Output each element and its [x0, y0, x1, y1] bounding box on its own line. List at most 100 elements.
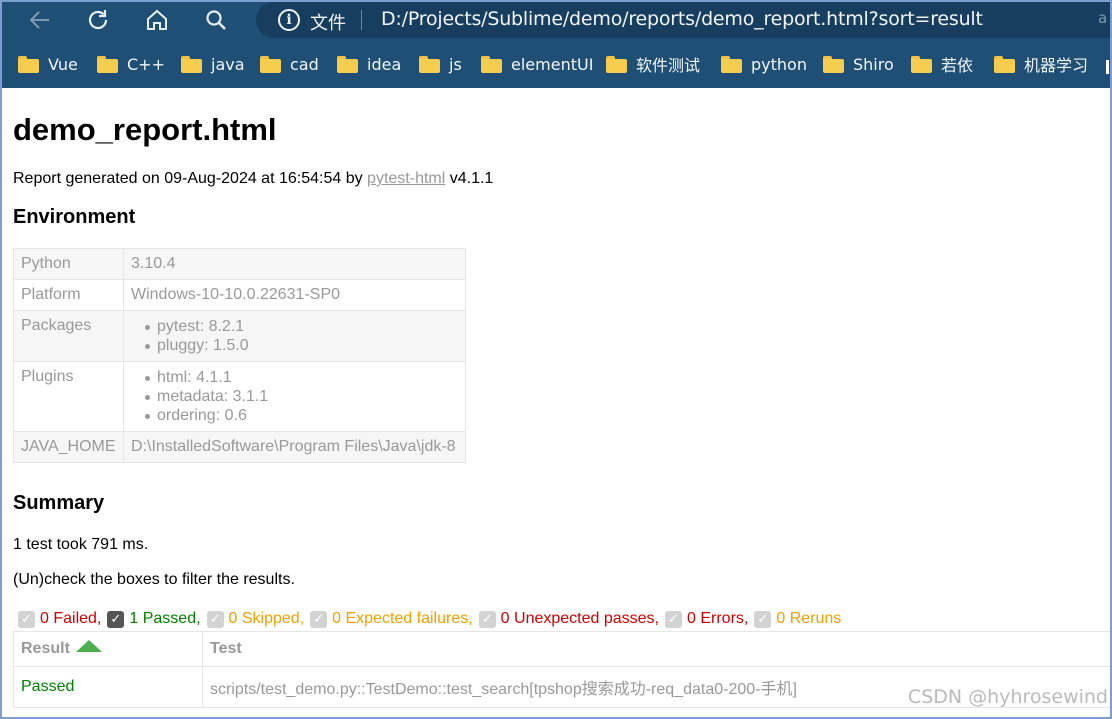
env-key: Platform	[13, 279, 124, 311]
bookmark-label: python	[751, 54, 807, 74]
filter-checkbox[interactable]: ✓	[18, 610, 35, 628]
bookmark-label: 若依	[941, 56, 974, 75]
address-bar-overflow-text: a	[1098, 9, 1108, 27]
bookmark-label: cad	[290, 54, 319, 74]
bookmark-label: js	[449, 54, 462, 74]
env-key: Python	[13, 248, 124, 280]
filter-checkbox[interactable]: ✓	[107, 610, 125, 628]
folder-icon	[18, 55, 39, 73]
info-icon[interactable]: i	[278, 9, 300, 31]
bookmark-item[interactable]: elementUI	[481, 52, 593, 76]
bookmarks-overflow-indicator[interactable]	[1106, 60, 1109, 74]
filter-item[interactable]: ✓ 0 Skipped,	[206, 610, 305, 628]
folder-icon	[994, 55, 1015, 73]
list-item: html: 4.1.1	[131, 368, 458, 387]
duration-text: 1 test took 791 ms.	[13, 536, 149, 553]
env-key: JAVA_HOME	[13, 431, 124, 463]
filter-checkbox[interactable]: ✓	[754, 610, 772, 628]
bookmark-label: 机器学习	[1024, 56, 1089, 75]
env-row: Python 3.10.4	[13, 248, 466, 280]
filter-label: 0 Unexpected passes,	[500, 610, 659, 627]
pytest-html-link[interactable]: pytest-html	[367, 170, 445, 187]
folder-icon	[911, 55, 932, 73]
filter-item[interactable]: ✓ 0 Failed,	[18, 610, 101, 628]
bookmark-label: 软件测试	[636, 56, 701, 75]
report-generated-line: Report generated on 09-Aug-2024 at 16:54…	[13, 170, 493, 188]
home-icon	[147, 9, 167, 30]
bookmark-label: idea	[367, 54, 402, 74]
address-divider	[361, 10, 362, 30]
filter-label: 0 Reruns	[776, 610, 842, 627]
bookmark-item[interactable]: js	[419, 52, 462, 76]
folder-icon	[823, 55, 844, 73]
bookmark-item[interactable]: 若依	[911, 52, 973, 76]
arrow-left-icon	[29, 11, 49, 29]
filter-checkbox[interactable]: ✓	[206, 610, 224, 628]
search-icon	[206, 10, 226, 30]
search-button[interactable]	[200, 4, 232, 36]
filter-checkbox[interactable]: ✓	[310, 610, 328, 628]
bookmark-item[interactable]: idea	[337, 52, 401, 76]
test-column-header[interactable]: Test	[202, 631, 1112, 667]
list-item: pytest: 8.2.1	[131, 317, 458, 336]
list-item: ordering: 0.6	[131, 406, 458, 425]
home-button[interactable]	[141, 4, 173, 36]
env-value: pytest: 8.2.1 pluggy: 1.5.0	[123, 310, 466, 362]
folder-icon	[97, 55, 118, 73]
bookmark-label: Shiro	[853, 54, 894, 74]
filter-item[interactable]: ✓ 0 Reruns	[754, 610, 841, 628]
generated-suffix: v4.1.1	[445, 170, 494, 187]
browser-toolbar: i 文件 D:/Projects/Sublime/demo/reports/de…	[0, 0, 1112, 40]
filter-label: 1 Passed,	[129, 610, 201, 627]
site-label[interactable]: 文件	[310, 9, 346, 35]
list-item: metadata: 3.1.1	[131, 387, 458, 406]
bookmark-item[interactable]: python	[721, 52, 807, 76]
page-title: demo_report.html	[13, 112, 277, 147]
filter-checkbox[interactable]: ✓	[665, 610, 682, 628]
folder-icon	[337, 55, 358, 73]
folder-icon	[181, 55, 202, 73]
result-column-header[interactable]: Result	[13, 631, 203, 667]
list-item: pluggy: 1.5.0	[131, 336, 458, 355]
sort-ascending-icon	[75, 640, 102, 652]
environment-heading: Environment	[13, 206, 136, 228]
summary-heading: Summary	[13, 492, 105, 514]
reload-button[interactable]	[82, 4, 114, 36]
env-row: JAVA_HOME D:\InstalledSoftware\Program F…	[13, 431, 466, 463]
watermark: CSDN @hyhrosewind	[907, 686, 1108, 708]
folder-icon	[721, 55, 742, 73]
bookmark-item[interactable]: 软件测试	[606, 52, 700, 76]
result-column-label: Result	[21, 640, 70, 657]
filter-item[interactable]: ✓ 0 Unexpected passes,	[478, 610, 659, 628]
filter-label: 0 Skipped,	[228, 610, 305, 627]
reload-icon	[88, 10, 108, 30]
filter-label: 0 Failed,	[40, 610, 102, 627]
bookmark-label: Vue	[48, 54, 78, 74]
folder-icon	[606, 55, 627, 73]
bookmark-item[interactable]: 机器学习	[994, 52, 1088, 76]
bookmark-item[interactable]: cad	[260, 52, 319, 76]
filter-item[interactable]: ✓ 0 Errors,	[665, 610, 748, 628]
bookmarks-bar: Vue C++ java cad idea js elementUI 软件测试 python Sh…	[0, 44, 1112, 84]
bookmark-label: elementUI	[511, 54, 594, 74]
back-button[interactable]	[24, 4, 56, 36]
filter-item[interactable]: ✓ 1 Passed,	[107, 610, 201, 628]
bookmark-item[interactable]: C++	[97, 52, 165, 76]
env-key: Packages	[13, 310, 124, 362]
filter-checkbox[interactable]: ✓	[478, 610, 496, 628]
url-text[interactable]: D:/Projects/Sublime/demo/reports/demo_re…	[381, 8, 983, 30]
folder-icon	[419, 55, 440, 73]
result-status: Passed	[13, 666, 203, 708]
env-row: Plugins html: 4.1.1 metadata: 3.1.1 orde…	[13, 361, 466, 432]
bookmark-item[interactable]: java	[181, 52, 245, 76]
env-value: 3.10.4	[123, 248, 466, 280]
env-row: Packages pytest: 8.2.1 pluggy: 1.5.0	[13, 310, 466, 362]
packages-list: pytest: 8.2.1 pluggy: 1.5.0	[131, 317, 458, 355]
env-value: D:\InstalledSoftware\Program Files\Java\…	[123, 431, 466, 463]
bookmark-label: C++	[127, 54, 165, 74]
environment-table: Python 3.10.4 Platform Windows-10-10.0.2…	[13, 248, 466, 463]
filter-item[interactable]: ✓ 0 Expected failures,	[310, 610, 473, 628]
generated-prefix: Report generated on 09-Aug-2024 at 16:54…	[13, 170, 368, 187]
bookmark-item[interactable]: Shiro	[823, 52, 894, 76]
bookmark-item[interactable]: Vue	[18, 52, 78, 76]
